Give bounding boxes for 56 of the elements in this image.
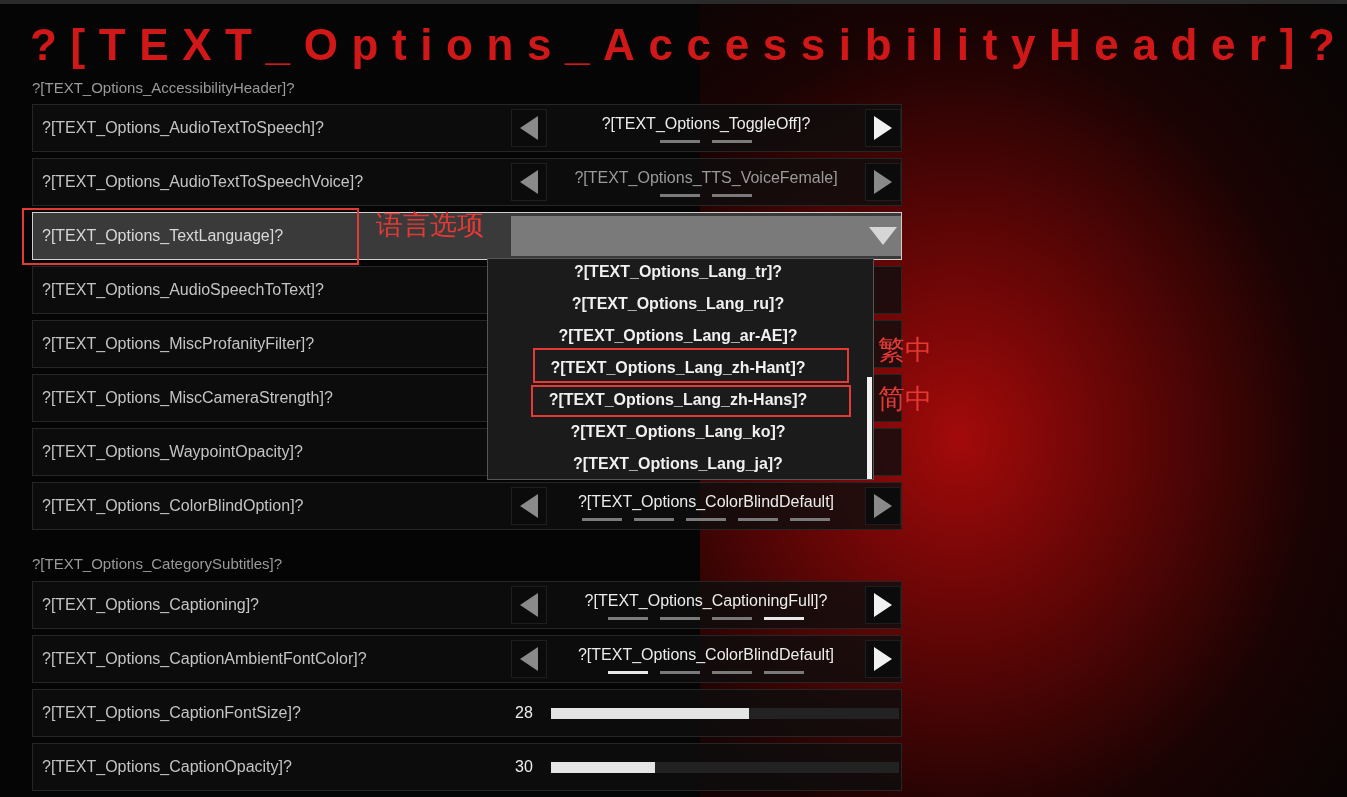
dropdown-option[interactable]: ?[TEXT_Options_Lang_ko]? bbox=[570, 422, 786, 442]
next-button[interactable] bbox=[865, 163, 901, 201]
option-value: ?[TEXT_Options_ColorBlindDefault] bbox=[577, 491, 835, 512]
dropdown-option[interactable]: ?[TEXT_Options_Lang_zh-Hans]? bbox=[548, 390, 808, 410]
slider-track[interactable] bbox=[551, 761, 899, 773]
left-triangle-icon bbox=[520, 647, 538, 671]
right-triangle-icon bbox=[874, 647, 892, 671]
dropdown-option[interactable]: ?[TEXT_Options_Lang_ar-AE]? bbox=[558, 326, 798, 346]
page-title: ?[TEXT_Options_AccessibilityHeader]? bbox=[30, 19, 1347, 71]
right-triangle-icon bbox=[874, 116, 892, 140]
option-label: ?[TEXT_Options_Captioning]? bbox=[42, 595, 259, 615]
previous-button[interactable] bbox=[511, 586, 547, 624]
option-value: ?[TEXT_Options_TTS_VoiceFemale] bbox=[574, 167, 838, 188]
option-label: ?[TEXT_Options_AudioTextToSpeech]? bbox=[42, 118, 324, 138]
option-label: ?[TEXT_Options_CaptionAmbientFontColor]? bbox=[42, 649, 367, 669]
annotation-text: 语言选项 bbox=[376, 209, 484, 242]
option-label: ?[TEXT_Options_ColorBlindOption]? bbox=[42, 496, 304, 516]
option-value: ?[TEXT_Options_ColorBlindDefault] bbox=[577, 644, 835, 665]
dropdown-option[interactable]: ?[TEXT_Options_Lang_ru]? bbox=[571, 294, 785, 314]
option-label: ?[TEXT_Options_TextLanguage]? bbox=[42, 226, 284, 246]
section-heading: ?[TEXT_Options_AccessibilityHeader]? bbox=[32, 78, 296, 98]
left-triangle-icon bbox=[520, 593, 538, 617]
left-triangle-icon bbox=[520, 170, 538, 194]
option-value: ?[TEXT_Options_CaptioningFull]? bbox=[584, 590, 828, 611]
right-triangle-icon bbox=[874, 593, 892, 617]
option-label: ?[TEXT_Options_AudioSpeechToText]? bbox=[42, 280, 324, 300]
section-heading: ?[TEXT_Options_CategorySubtitles]? bbox=[32, 554, 284, 574]
previous-button[interactable] bbox=[511, 109, 547, 147]
option-label: ?[TEXT_Options_CaptionFontSize]? bbox=[42, 703, 301, 723]
option-label: ?[TEXT_Options_WaypointOpacity]? bbox=[42, 442, 303, 462]
dropdown-caret-icon bbox=[869, 227, 897, 245]
dropdown-option[interactable]: ?[TEXT_Options_Lang_zh-Hant]? bbox=[550, 358, 806, 378]
left-triangle-icon bbox=[520, 116, 538, 140]
slider-value: 28 bbox=[514, 703, 534, 723]
option-label: ?[TEXT_Options_MiscCameraStrength]? bbox=[42, 388, 333, 408]
option-label: ?[TEXT_Options_AudioTextToSpeechVoice]? bbox=[42, 172, 364, 192]
annotation-text: 简中 bbox=[878, 383, 932, 416]
previous-button[interactable] bbox=[511, 640, 547, 678]
right-triangle-icon bbox=[874, 494, 892, 518]
dropdown-option[interactable]: ?[TEXT_Options_Lang_tr]? bbox=[574, 262, 782, 282]
next-button[interactable] bbox=[865, 586, 901, 624]
option-value: ?[TEXT_Options_ToggleOff]? bbox=[601, 113, 811, 134]
slider-track[interactable] bbox=[551, 707, 899, 719]
next-button[interactable] bbox=[865, 109, 901, 147]
next-button[interactable] bbox=[865, 640, 901, 678]
left-triangle-icon bbox=[520, 494, 538, 518]
option-label: ?[TEXT_Options_MiscProfanityFilter]? bbox=[42, 334, 315, 354]
slider-value: 30 bbox=[514, 757, 534, 777]
annotation-text: 繁中 bbox=[878, 334, 932, 367]
scrollbar-thumb[interactable] bbox=[867, 377, 872, 479]
next-button[interactable] bbox=[865, 487, 901, 525]
dropdown-option[interactable]: ?[TEXT_Options_Lang_ja]? bbox=[573, 454, 783, 474]
option-label: ?[TEXT_Options_CaptionOpacity]? bbox=[42, 757, 292, 777]
previous-button[interactable] bbox=[511, 163, 547, 201]
previous-button[interactable] bbox=[511, 487, 547, 525]
right-triangle-icon bbox=[874, 170, 892, 194]
